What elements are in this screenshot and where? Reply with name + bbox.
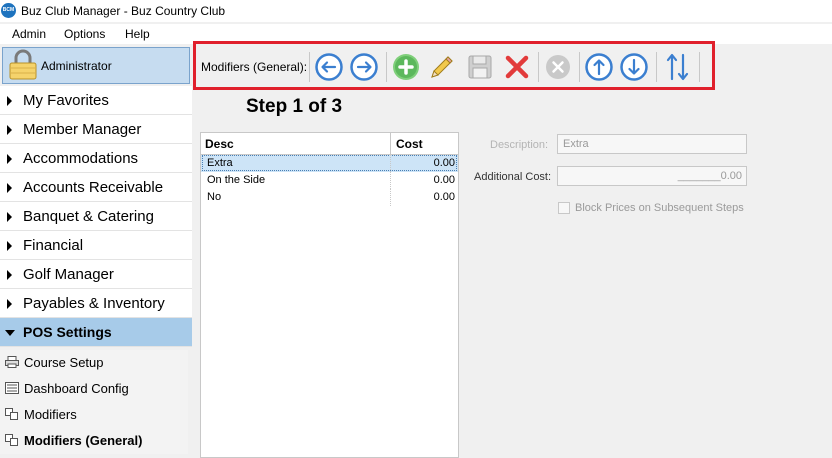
expand-arrow-icon: [7, 241, 12, 251]
toolbar-separator: [656, 52, 657, 82]
nav-accommodations[interactable]: Accommodations: [0, 144, 192, 173]
nav-financial[interactable]: Financial: [0, 231, 192, 260]
menu-options[interactable]: Options: [64, 27, 105, 41]
toolbar-label: Modifiers (General):: [201, 60, 308, 74]
lock-icon: [9, 49, 37, 80]
nav-label: My Favorites: [23, 92, 109, 109]
sub-item-label: Modifiers (General): [24, 433, 143, 448]
toolbar-separator: [386, 52, 387, 82]
nav-label: Payables & Inventory: [23, 295, 165, 312]
printer-icon: [5, 356, 19, 368]
modifiers-icon: [5, 408, 18, 420]
toolbar-separator: [538, 52, 539, 82]
collapse-arrow-icon: [5, 330, 15, 336]
title-bar: BCM Buz Club Manager - Buz Country Club: [0, 0, 832, 22]
nav-label: Golf Manager: [23, 266, 114, 283]
cell-desc: No: [207, 191, 222, 203]
nav-label: Accommodations: [23, 150, 139, 167]
next-button[interactable]: [350, 53, 378, 81]
save-icon[interactable]: [466, 53, 494, 81]
nav-accounts-receivable[interactable]: Accounts Receivable: [0, 173, 192, 202]
column-divider: [390, 189, 392, 206]
user-name: Administrator: [41, 59, 112, 73]
modifiers-grid: Desc Cost Extra 0.00 On the Side 0.00 No…: [200, 132, 459, 458]
edit-pencil-icon[interactable]: [428, 53, 456, 81]
app-logo-icon: BCM: [1, 3, 16, 18]
table-row[interactable]: Extra 0.00: [201, 155, 458, 172]
column-divider: [390, 155, 392, 172]
nav-pos-settings[interactable]: POS Settings: [0, 318, 192, 347]
sub-item-modifiers[interactable]: Modifiers: [0, 402, 188, 428]
cell-desc: Extra: [207, 157, 233, 169]
menu-help[interactable]: Help: [125, 27, 150, 41]
cell-cost: 0.00: [433, 157, 455, 169]
additional-cost-value: _______0.00: [677, 170, 742, 182]
cancel-button[interactable]: [544, 53, 572, 81]
nav-label: Financial: [23, 237, 84, 254]
block-prices-checkbox[interactable]: [558, 202, 570, 214]
move-down-button[interactable]: [620, 53, 648, 81]
column-header-cost[interactable]: Cost: [396, 137, 423, 151]
additional-cost-label: Additional Cost:: [474, 171, 552, 183]
column-header-desc[interactable]: Desc: [205, 137, 234, 151]
grid-header: Desc Cost: [201, 133, 458, 155]
toolbar: Modifiers (General):: [193, 41, 715, 90]
additional-cost-field[interactable]: _______0.00: [557, 166, 747, 186]
nav-banquet-catering[interactable]: Banquet & Catering: [0, 202, 192, 231]
cell-cost: 0.00: [433, 191, 455, 203]
move-up-button[interactable]: [585, 53, 613, 81]
nav-label: POS Settings: [23, 324, 112, 340]
delete-button[interactable]: [503, 53, 531, 81]
sub-item-modifiers-general[interactable]: Modifiers (General): [0, 428, 188, 454]
previous-button[interactable]: [315, 53, 343, 81]
cell-cost: 0.00: [433, 174, 455, 186]
sidebar: Administrator My Favorites Member Manage…: [0, 46, 192, 458]
nav-member-manager[interactable]: Member Manager: [0, 115, 192, 144]
nav-label: Accounts Receivable: [23, 179, 164, 196]
step-label: Step 1 of 3: [246, 96, 343, 117]
expand-arrow-icon: [7, 270, 12, 280]
cell-desc: On the Side: [207, 174, 266, 186]
user-panel[interactable]: Administrator: [2, 47, 190, 84]
expand-arrow-icon: [7, 96, 12, 106]
dashboard-icon: [5, 382, 19, 394]
nav-my-favorites[interactable]: My Favorites: [0, 86, 192, 115]
table-row[interactable]: No 0.00: [201, 189, 458, 206]
window-title: Buz Club Manager - Buz Country Club: [21, 4, 226, 18]
block-prices-label: Block Prices on Subsequent Steps: [575, 202, 744, 214]
column-divider: [390, 133, 391, 154]
sort-icon[interactable]: [664, 53, 692, 81]
nav-payables-inventory[interactable]: Payables & Inventory: [0, 289, 192, 318]
description-value: Extra: [563, 138, 589, 150]
expand-arrow-icon: [7, 299, 12, 309]
sub-item-label: Course Setup: [24, 355, 104, 370]
nav-label: Banquet & Catering: [23, 208, 154, 225]
focus-outline: [202, 155, 457, 171]
sub-item-label: Modifiers: [24, 407, 77, 422]
nav-golf-manager[interactable]: Golf Manager: [0, 260, 192, 289]
expand-arrow-icon: [7, 154, 12, 164]
expand-arrow-icon: [7, 183, 12, 193]
menu-admin[interactable]: Admin: [12, 27, 46, 41]
sub-item-dashboard-config[interactable]: Dashboard Config: [0, 376, 188, 402]
expand-arrow-icon: [7, 125, 12, 135]
description-field[interactable]: Extra: [557, 134, 747, 154]
add-button[interactable]: [392, 53, 420, 81]
toolbar-separator: [579, 52, 580, 82]
expand-arrow-icon: [7, 212, 12, 222]
modifiers-icon: [5, 434, 18, 446]
toolbar-separator: [699, 52, 700, 82]
sub-item-course-setup[interactable]: Course Setup: [0, 350, 188, 376]
table-row[interactable]: On the Side 0.00: [201, 172, 458, 189]
nav-label: Member Manager: [23, 121, 142, 138]
toolbar-separator: [309, 52, 310, 82]
sub-item-label: Dashboard Config: [24, 381, 129, 396]
column-divider: [390, 172, 392, 189]
description-label: Description:: [490, 139, 549, 151]
